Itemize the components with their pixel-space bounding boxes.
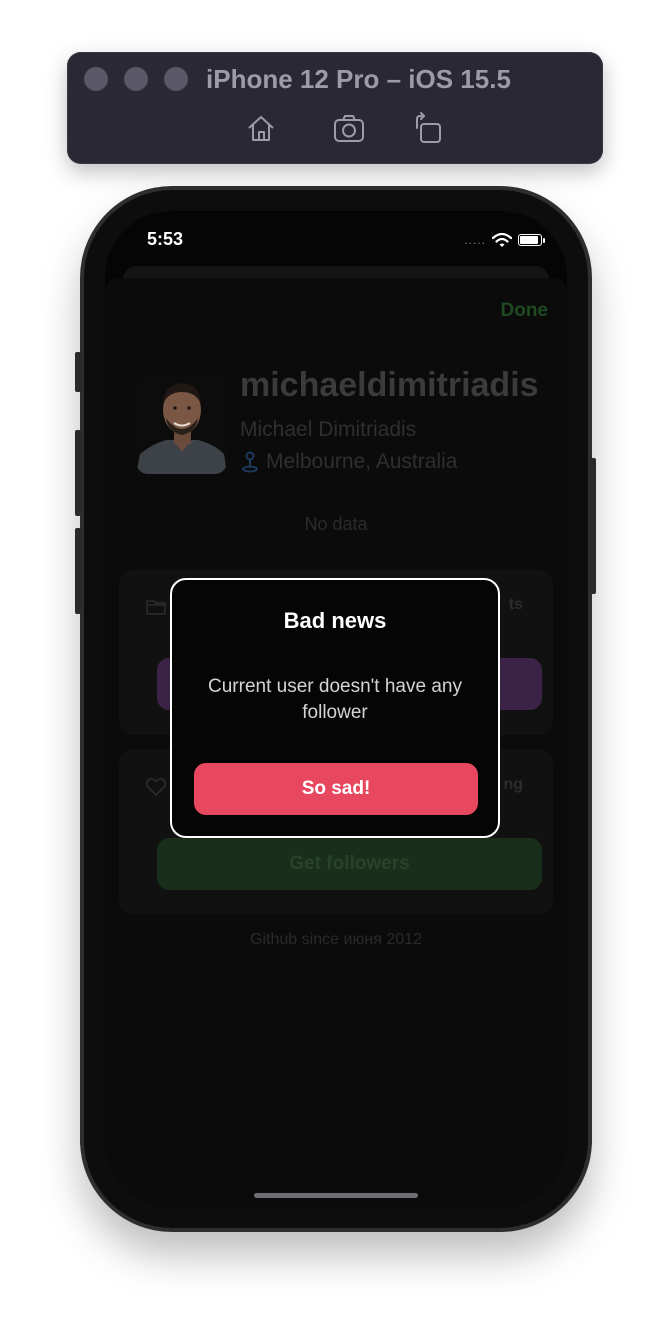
mute-switch <box>75 352 81 392</box>
get-followers-button[interactable]: Get followers <box>157 838 542 890</box>
home-icon[interactable] <box>244 112 278 146</box>
location-pin-icon <box>242 451 258 473</box>
minimize-window-button[interactable] <box>124 67 148 91</box>
rotate-icon[interactable] <box>412 112 446 146</box>
volume-down-button <box>75 528 81 614</box>
avatar <box>136 372 227 474</box>
wifi-icon <box>492 232 512 247</box>
alert-title: Bad news <box>283 608 387 633</box>
battery-cap <box>543 237 545 243</box>
volume-up-button <box>75 430 81 516</box>
screenshot-icon[interactable] <box>332 112 366 146</box>
location-text: Melbourne, Australia <box>266 450 458 473</box>
status-time: 5:53 <box>147 229 184 249</box>
simulator-title: iPhone 12 Pro – iOS 15.5 <box>206 64 511 94</box>
battery-icon <box>518 234 542 246</box>
folder-icon <box>146 600 166 615</box>
repos-stat-label: ts <box>508 596 523 613</box>
username: michaeldimitriadis <box>240 366 539 404</box>
status-indicators: ..... <box>464 231 545 249</box>
github-since-text: Github since июня 2012 <box>250 931 422 948</box>
following-stat-label: ng <box>503 776 523 793</box>
done-button[interactable]: Done <box>501 300 549 322</box>
so-sad-button[interactable]: So sad! <box>194 763 478 815</box>
bio-text: No data <box>304 514 368 534</box>
location-row: Melbourne, Australia <box>240 450 457 474</box>
alert-dialog: Bad news Current user doesn't have any f… <box>170 578 500 838</box>
home-indicator[interactable] <box>254 1193 418 1198</box>
power-button <box>590 458 596 594</box>
close-window-button[interactable] <box>84 67 108 91</box>
signal-icon: ..... <box>464 233 486 247</box>
zoom-window-button[interactable] <box>164 67 188 91</box>
alert-message: Current user doesn't have any follower <box>208 676 462 723</box>
heart-icon <box>145 778 167 796</box>
full-name: Michael Dimitriadis <box>240 418 417 441</box>
